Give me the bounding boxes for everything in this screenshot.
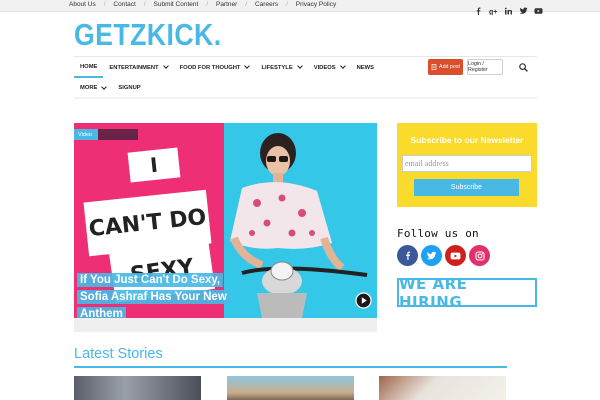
add-post-button[interactable]: Add post bbox=[428, 59, 463, 75]
linkedin-icon[interactable] bbox=[504, 2, 513, 15]
story-thumbnail[interactable] bbox=[74, 376, 201, 400]
top-link-submit-content[interactable]: Submit Content bbox=[154, 1, 199, 8]
top-bar: About Us / Contact / Submit Content / Pa… bbox=[0, 0, 600, 16]
featured-image[interactable]: I CAN'T DO SEXY Video If You Just Can't … bbox=[74, 123, 377, 318]
featured-article[interactable]: I CAN'T DO SEXY Video If You Just Can't … bbox=[74, 123, 377, 332]
follow-us-heading: Follow us on bbox=[397, 227, 479, 240]
top-link-contact[interactable]: Contact bbox=[113, 1, 135, 8]
nav-item-food-for-thought[interactable]: FOOD FOR THOUGHT bbox=[174, 57, 256, 78]
featured-article-title[interactable]: If You Just Can't Do Sexy, Sofia Ashraf … bbox=[77, 272, 245, 318]
site-logo[interactable]: GETZKICK. bbox=[74, 17, 222, 53]
chevron-down-icon bbox=[339, 63, 346, 69]
facebook-icon[interactable] bbox=[474, 2, 483, 15]
nav-item-label: LIFESTYLE bbox=[261, 64, 293, 71]
nav-item-news[interactable]: NEWS bbox=[351, 57, 380, 78]
twitter-icon[interactable] bbox=[421, 245, 442, 266]
nav-item-videos[interactable]: VIDEOS bbox=[308, 57, 351, 78]
separator: / bbox=[206, 1, 208, 8]
youtube-icon[interactable] bbox=[445, 245, 466, 266]
play-icon[interactable] bbox=[355, 292, 372, 309]
newsletter-widget: Subscribe to our Newsletter Subscribe bbox=[397, 123, 537, 207]
nav-item-more[interactable]: MORE bbox=[74, 83, 112, 91]
top-social-links: g+ bbox=[474, 2, 543, 16]
nav-item-label: VIDEOS bbox=[313, 64, 336, 71]
google-plus-icon[interactable]: g+ bbox=[489, 2, 498, 16]
separator: / bbox=[143, 1, 146, 8]
nav-item-lifestyle[interactable]: LIFESTYLE bbox=[255, 57, 307, 78]
top-link-privacy-policy[interactable]: Privacy Policy bbox=[296, 1, 336, 8]
top-links: About Us / Contact / Submit Content / Pa… bbox=[69, 1, 336, 8]
nav-item-home[interactable]: HOME bbox=[74, 57, 104, 78]
we-are-hiring-banner[interactable]: WE ARE HIRING bbox=[397, 275, 537, 311]
instagram-icon[interactable] bbox=[469, 245, 490, 266]
svg-text:g+: g+ bbox=[489, 9, 497, 15]
follow-social-icons bbox=[397, 245, 490, 266]
subscribe-button[interactable]: Subscribe bbox=[414, 179, 519, 196]
nav-item-label: FOOD FOR THOUGHT bbox=[179, 64, 241, 71]
chevron-down-icon bbox=[244, 63, 251, 69]
section-divider bbox=[74, 366, 507, 368]
nav-item-label: MORE bbox=[80, 85, 98, 91]
login-register-button[interactable]: Login / Register bbox=[467, 59, 503, 75]
nav-item-signup[interactable]: SIGNUP bbox=[112, 85, 146, 91]
category-label: Video bbox=[74, 129, 98, 140]
nav-item-entertainment[interactable]: ENTERTAINMENT bbox=[103, 57, 173, 78]
separator: / bbox=[245, 1, 247, 8]
nav-shadow bbox=[74, 97, 537, 100]
top-link-careers[interactable]: Careers bbox=[255, 1, 278, 8]
add-post-label: Add post bbox=[439, 64, 460, 70]
newsletter-title: Subscribe to our Newsletter bbox=[410, 135, 524, 145]
featured-footer-strip bbox=[74, 318, 377, 332]
separator: / bbox=[103, 1, 106, 8]
email-field[interactable] bbox=[402, 155, 532, 172]
secondary-nav: MORE SIGNUP bbox=[74, 79, 147, 97]
story-thumbnail[interactable] bbox=[379, 376, 506, 400]
main-nav: HOME ENTERTAINMENT FOOD FOR THOUGHT LIFE… bbox=[74, 57, 380, 78]
nav-item-label: HOME bbox=[80, 63, 98, 70]
facebook-icon[interactable] bbox=[397, 245, 418, 266]
chevron-down-icon bbox=[296, 63, 303, 69]
youtube-icon[interactable] bbox=[534, 2, 543, 14]
twitter-icon[interactable] bbox=[519, 2, 528, 14]
video-category-tag[interactable]: Video bbox=[74, 129, 138, 140]
chevron-down-icon bbox=[162, 63, 169, 69]
chevron-down-icon bbox=[101, 83, 108, 90]
latest-stories-heading: Latest Stories bbox=[74, 346, 163, 362]
search-icon[interactable] bbox=[519, 63, 528, 72]
nav-item-label: ENTERTAINMENT bbox=[109, 64, 159, 71]
top-link-partner[interactable]: Partner bbox=[216, 1, 237, 8]
nav-item-label: SIGNUP bbox=[118, 85, 141, 91]
document-icon bbox=[431, 64, 437, 70]
poster-text: I bbox=[127, 147, 181, 183]
separator: / bbox=[286, 1, 288, 8]
top-link-about[interactable]: About Us bbox=[69, 1, 96, 8]
nav-item-label: NEWS bbox=[356, 64, 375, 71]
story-thumbnail[interactable] bbox=[227, 376, 354, 400]
